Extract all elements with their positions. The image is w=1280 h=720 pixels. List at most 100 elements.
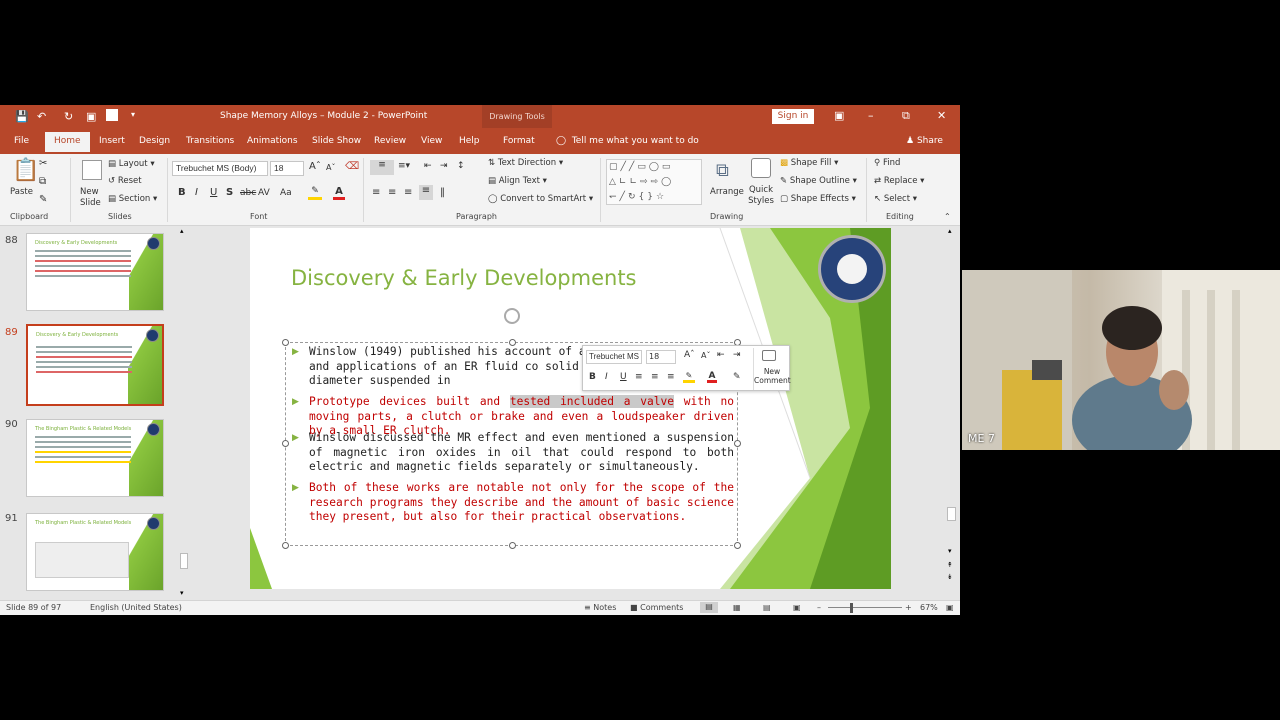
font-size-dropdown[interactable]: 18 — [270, 161, 304, 176]
justify-icon[interactable]: ≡ — [419, 185, 433, 200]
convert-smartart-button[interactable]: ◯ Convert to SmartArt ▾ — [488, 194, 593, 204]
align-text-button[interactable]: ▤ Align Text ▾ — [488, 176, 547, 186]
collapse-ribbon-icon[interactable]: ⌃ — [944, 212, 951, 221]
language-indicator[interactable]: English (United States) — [90, 603, 182, 612]
customize-qat-icon[interactable]: ▾ — [131, 110, 135, 119]
slide-thumbnail[interactable]: The Bingham Plastic & Related Models — [26, 513, 164, 591]
comments-button[interactable]: ■ Comments — [630, 603, 683, 612]
decrease-font-icon[interactable]: Aˇ — [701, 351, 710, 360]
reading-view-icon[interactable]: ▤ — [763, 603, 771, 612]
zoom-out-icon[interactable]: – — [817, 603, 821, 612]
rotate-handle-icon[interactable] — [504, 308, 520, 324]
close-icon[interactable]: ✕ — [937, 109, 946, 122]
new-slide-button[interactable]: New Slide — [80, 187, 106, 209]
share-button[interactable]: ♟ Share — [906, 136, 943, 146]
resize-handle[interactable] — [282, 339, 289, 346]
mini-font-dropdown[interactable]: Trebuchet MS — [586, 350, 642, 364]
bullet-paragraph[interactable]: Both of these works are notable not only… — [309, 481, 734, 525]
scrollbar-thumb[interactable] — [180, 553, 188, 569]
paste-icon[interactable]: 📋 — [12, 158, 39, 183]
align-center-icon[interactable]: ≡ — [388, 187, 396, 198]
font-name-dropdown[interactable]: Trebuchet MS (Body) — [172, 161, 268, 176]
character-spacing-icon[interactable]: AV — [258, 188, 270, 198]
tab-animations[interactable]: Animations — [247, 136, 298, 146]
tab-design[interactable]: Design — [139, 136, 170, 146]
paste-button[interactable]: Paste — [10, 187, 33, 197]
italic-icon[interactable]: I — [195, 187, 198, 198]
undo-icon[interactable]: ↶ — [37, 110, 46, 123]
redo-icon[interactable]: ↻ — [64, 110, 73, 123]
highlight-color-icon[interactable]: ✎ — [683, 371, 695, 383]
tab-insert[interactable]: Insert — [99, 136, 125, 146]
slide-counter[interactable]: Slide 89 of 97 — [6, 603, 61, 612]
change-case-icon[interactable]: Aa — [280, 188, 292, 198]
normal-view-icon[interactable]: ▤ — [700, 602, 718, 613]
shape-effects-button[interactable]: ▢ Shape Effects ▾ — [780, 194, 856, 204]
tab-help[interactable]: Help — [459, 136, 480, 146]
tab-transitions[interactable]: Transitions — [186, 136, 234, 146]
new-comment-button[interactable]: New Comment — [753, 348, 791, 390]
slide-title[interactable]: Discovery & Early Developments — [291, 266, 637, 290]
previous-slide-icon[interactable]: ↟ — [947, 561, 953, 569]
resize-handle[interactable] — [734, 440, 741, 447]
save-icon[interactable]: 💾 — [15, 110, 29, 123]
format-painter-icon[interactable]: ✎ — [733, 372, 741, 382]
increase-font-icon[interactable]: Aˆ — [309, 161, 321, 172]
bullets-icon[interactable]: ≡ — [370, 160, 394, 175]
font-color-icon[interactable]: A — [333, 186, 345, 200]
arrange-button[interactable]: Arrange — [710, 187, 744, 197]
shape-fill-button[interactable]: ▩ Shape Fill ▾ — [780, 158, 838, 168]
resize-handle[interactable] — [282, 542, 289, 549]
reset-button[interactable]: ↺ Reset — [108, 176, 142, 186]
slide-scrollbar[interactable]: ▴ ▾ ↟ ↡ — [946, 227, 958, 599]
scrollbar-thumb[interactable] — [947, 507, 956, 521]
resize-handle[interactable] — [509, 542, 516, 549]
shadow-icon[interactable]: S — [226, 187, 233, 198]
slide-thumbnail[interactable]: Discovery & Early Developments — [26, 233, 164, 311]
bold-icon[interactable]: B — [589, 372, 596, 382]
tab-view[interactable]: View — [421, 136, 442, 146]
text-direction-button[interactable]: ⇅ Text Direction ▾ — [488, 158, 563, 168]
outdent-icon[interactable]: ⇥ — [733, 350, 741, 360]
layout-button[interactable]: ▤ Layout ▾ — [108, 159, 155, 169]
highlight-color-icon[interactable]: ✎ — [308, 186, 322, 200]
tab-format[interactable]: Format — [503, 136, 535, 146]
copy-icon[interactable]: ⧉ — [39, 176, 46, 187]
format-painter-icon[interactable]: ✎ — [39, 194, 47, 205]
ribbon-display-icon[interactable]: ▣ — [834, 109, 844, 122]
cut-icon[interactable]: ✂ — [39, 158, 47, 169]
align-right-icon[interactable]: ≡ — [667, 372, 675, 382]
tab-slide-show[interactable]: Slide Show — [312, 136, 361, 146]
tab-home[interactable]: Home — [45, 132, 90, 152]
italic-icon[interactable]: I — [605, 372, 608, 382]
zoom-in-icon[interactable]: + — [905, 603, 912, 612]
thumbnail-scrollbar[interactable]: ▴ ▾ — [179, 227, 189, 599]
slide-sorter-icon[interactable]: ▦ — [733, 603, 741, 612]
tab-file[interactable]: File — [14, 136, 29, 146]
zoom-slider[interactable] — [828, 607, 902, 608]
fit-to-window-icon[interactable]: ▣ — [946, 603, 954, 612]
quick-styles-icon[interactable] — [751, 158, 771, 178]
next-slide-icon[interactable]: ↡ — [947, 573, 953, 581]
new-slide-icon[interactable] — [82, 160, 102, 180]
decrease-indent-icon[interactable]: ⇤ — [424, 161, 432, 171]
tab-review[interactable]: Review — [374, 136, 406, 146]
increase-indent-icon[interactable]: ⇥ — [440, 161, 448, 171]
notes-button[interactable]: ≡ Notes — [584, 603, 616, 612]
strikethrough-icon[interactable]: abc — [240, 188, 256, 198]
align-left-icon[interactable]: ≡ — [635, 372, 643, 382]
zoom-slider-thumb[interactable] — [850, 603, 853, 613]
start-from-beginning-icon[interactable]: ▣ — [86, 110, 96, 123]
underline-icon[interactable]: U — [210, 187, 217, 198]
bold-icon[interactable]: B — [178, 187, 186, 198]
shapes-gallery[interactable]: ▢╱╱▭◯▭ △∟∟⇨⇨◯ ↽╱↻{}☆ — [606, 159, 702, 205]
decrease-font-icon[interactable]: Aˇ — [326, 163, 335, 172]
resize-handle[interactable] — [734, 542, 741, 549]
resize-handle[interactable] — [282, 440, 289, 447]
restore-icon[interactable]: ⧉ — [902, 109, 910, 123]
slide-show-icon[interactable]: ▣ — [793, 603, 801, 612]
font-color-icon[interactable]: A — [707, 371, 717, 383]
presentation-icon[interactable] — [106, 109, 118, 121]
clear-formatting-icon[interactable]: ⌫ — [345, 161, 359, 172]
zoom-level[interactable]: 67% — [920, 603, 938, 612]
